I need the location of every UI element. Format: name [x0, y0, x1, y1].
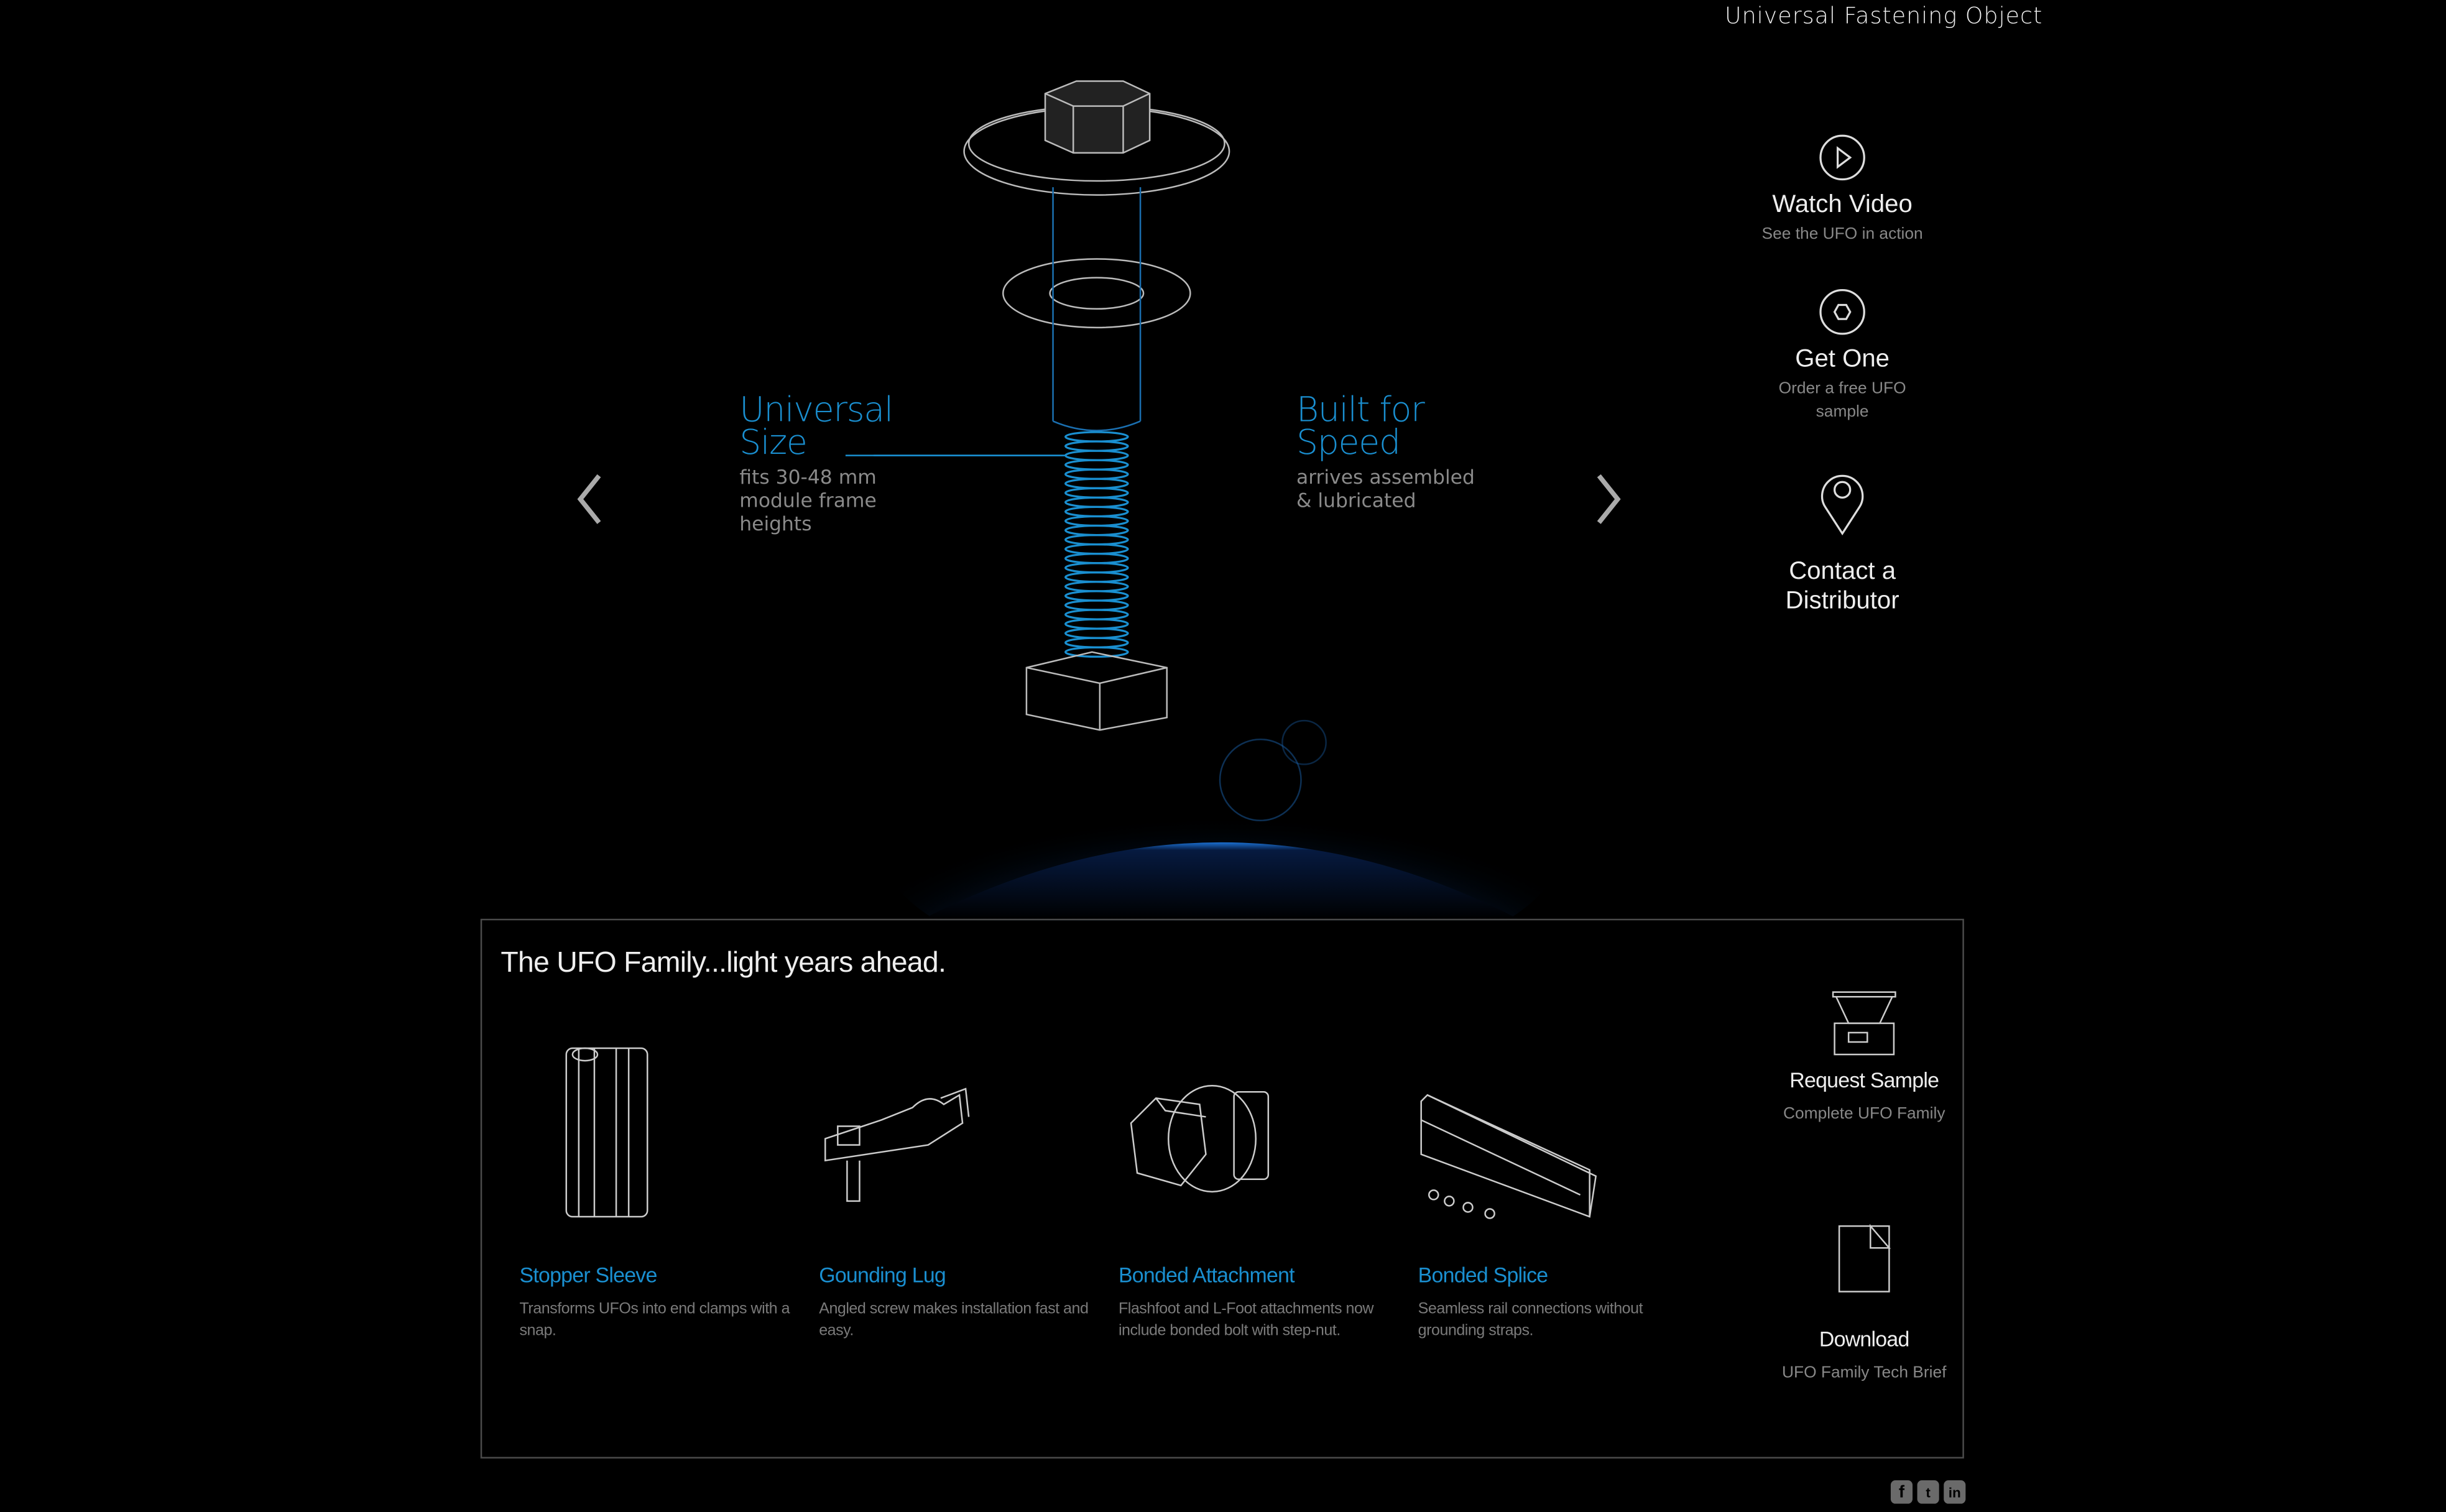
bonded-splice-image — [1420, 1094, 1597, 1219]
ufo-family-panel: The UFO Family...light years ahead. Stop… — [480, 918, 1967, 1459]
request-sample-button[interactable]: Request Sample Complete UFO Family — [1761, 989, 1967, 1123]
universal-size-feature: Universal Size fits 30-48 mm module fram… — [739, 391, 911, 535]
bolt-thread — [1064, 571, 1129, 583]
bolt-thread — [1064, 533, 1129, 546]
bolt-thread — [1064, 609, 1129, 620]
contact-distributor-label: Contact a Distributor — [1785, 558, 1899, 615]
bolt-thread — [1064, 553, 1129, 565]
product-stopper-sleeve[interactable]: Stopper Sleeve Transforms UFOs into end … — [519, 1030, 800, 1340]
family-title: The UFO Family...light years ahead. — [501, 945, 946, 979]
universal-size-sub: fits 30-48 mm module frame heights — [739, 464, 877, 535]
request-sample-label: Request Sample — [1789, 1068, 1939, 1092]
bolt-thread — [1064, 468, 1129, 480]
bolt-thread — [1064, 477, 1129, 489]
prev-arrow-icon[interactable] — [571, 468, 608, 530]
product-title: Bonded Splice — [1418, 1263, 1548, 1287]
get-one-button[interactable]: Get One Order a free UFO sample — [1749, 287, 1936, 425]
bolt-thread — [1064, 581, 1129, 592]
stopper-sleeve-image — [565, 1047, 648, 1218]
bolt-thread — [1064, 524, 1129, 537]
product-desc: Flashfoot and L-Foot attachments now inc… — [1118, 1301, 1374, 1340]
product-title: Bonded Attachment — [1118, 1263, 1295, 1287]
bolt-thread — [1064, 440, 1129, 452]
product-bonded-attachment[interactable]: Bonded Attachment Flashfoot and L-Foot a… — [1119, 1030, 1400, 1340]
bolt-thread — [1064, 487, 1129, 499]
product-grounding-lug[interactable]: Gounding Lug Angled screw makes installa… — [819, 1030, 1100, 1340]
product-title: Gounding Lug — [819, 1263, 946, 1287]
product-desc: Angled screw makes installation fast and… — [819, 1301, 1089, 1340]
bolt-thread — [1064, 515, 1129, 527]
product-desc: Transforms UFOs into end clamps with a s… — [519, 1301, 790, 1340]
built-for-speed-sub: arrives assembled & lubricated — [1296, 464, 1475, 512]
bolt-thread — [1064, 637, 1129, 648]
bolt-thread — [1064, 496, 1129, 509]
get-one-sub: Order a free UFO sample — [1778, 379, 1906, 422]
download-label: Download — [1819, 1327, 1909, 1351]
twitter-icon[interactable]: t — [1917, 1480, 1939, 1504]
download-tech-brief-button[interactable]: Download UFO Family Tech Brief — [1761, 1223, 1967, 1382]
sample-box-icon — [1832, 991, 1896, 1056]
product-desc: Seamless rail connections without ground… — [1418, 1301, 1643, 1340]
bolt-thread — [1064, 543, 1129, 555]
bolt-thread — [1064, 627, 1129, 639]
map-pin-icon — [1821, 474, 1864, 536]
universal-size-title: Universal Size — [739, 391, 893, 464]
bolt-drawing — [963, 80, 1230, 329]
grounding-lug-image — [824, 1087, 970, 1202]
get-one-label: Get One — [1795, 346, 1890, 373]
bolt-thread — [1064, 599, 1129, 611]
watch-video-sub: See the UFO in action — [1761, 224, 1923, 244]
bolt-thread — [1064, 505, 1129, 518]
page: Universal Fastening Object Watch Video S… — [0, 0, 2446, 1512]
built-for-speed-feature: Built for Speed arrives assembled & lubr… — [1296, 391, 1476, 512]
watch-video-button[interactable]: Watch Video See the UFO in action — [1749, 132, 1936, 246]
contact-distributor-button[interactable]: Contact a Distributor — [1749, 468, 1936, 616]
linkedin-icon[interactable]: in — [1944, 1480, 1966, 1504]
facebook-icon[interactable]: f — [1890, 1480, 1913, 1504]
watch-video-label: Watch Video — [1772, 191, 1913, 219]
bolt-thread — [1064, 459, 1129, 471]
bonded-attachment-image — [1130, 1085, 1270, 1193]
bolt-thread — [1064, 431, 1129, 443]
request-sample-sub: Complete UFO Family — [1783, 1104, 1945, 1123]
product-bonded-splice[interactable]: Bonded Splice Seamless rail connections … — [1418, 1030, 1699, 1340]
site-title: Universal Fastening Object — [1724, 4, 2043, 30]
download-sub: UFO Family Tech Brief — [1781, 1363, 1947, 1382]
play-circle-icon — [1819, 134, 1865, 181]
bolt-thread — [1064, 646, 1129, 658]
bolt-thread — [1064, 590, 1129, 602]
document-icon — [1838, 1224, 1891, 1293]
bolt-thread — [1064, 618, 1129, 630]
next-arrow-icon[interactable] — [1590, 468, 1627, 530]
product-title: Stopper Sleeve — [519, 1263, 657, 1287]
built-for-speed-title: Built for Speed — [1296, 391, 1425, 464]
bolt-thread — [1064, 562, 1129, 574]
hex-circle-icon — [1819, 289, 1865, 335]
